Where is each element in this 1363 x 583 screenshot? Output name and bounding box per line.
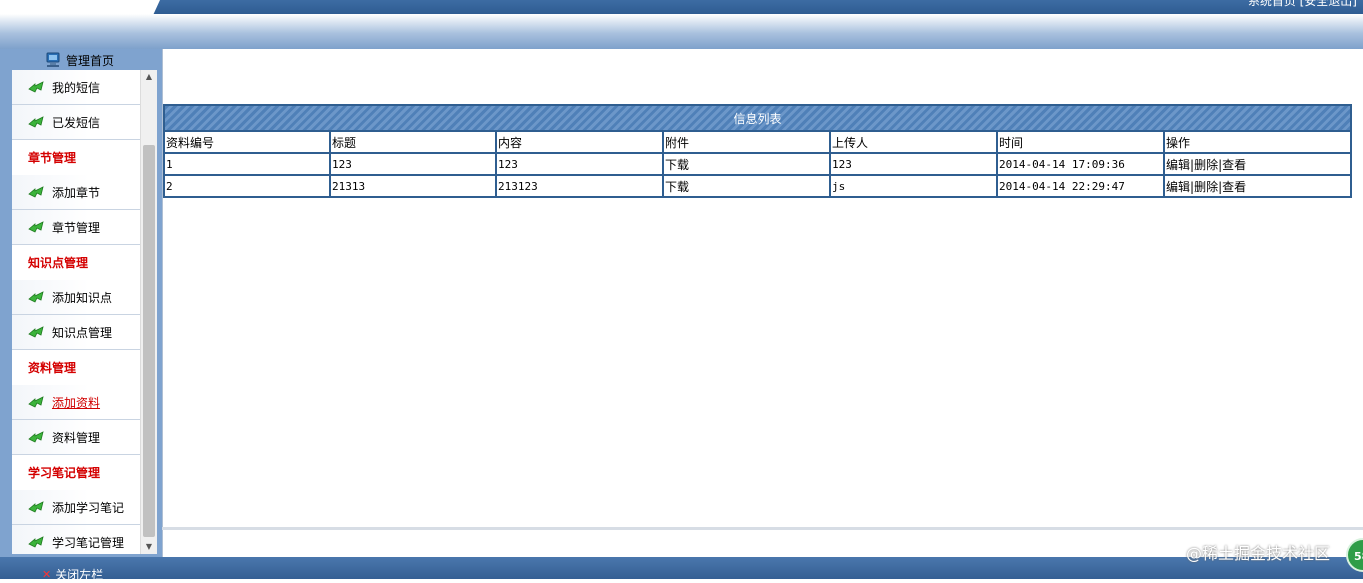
- close-sidebar-link[interactable]: ✕ 关闭左栏: [42, 566, 103, 583]
- scroll-thumb[interactable]: [143, 145, 155, 537]
- sidebar-item-label: 添加学习笔记: [52, 500, 125, 515]
- admin-home-link[interactable]: 管理首页: [44, 50, 114, 70]
- sidebar-scrollbar[interactable]: ▲ ▼: [140, 70, 157, 554]
- action-link[interactable]: 编辑: [1166, 158, 1190, 172]
- sidebar-item[interactable]: 已发短信: [12, 105, 140, 140]
- close-icon: ✕: [42, 568, 52, 581]
- action-link[interactable]: 删除: [1194, 180, 1218, 194]
- action-link[interactable]: 编辑: [1166, 180, 1190, 194]
- sidebar-item[interactable]: 资料管理: [12, 420, 140, 455]
- column-header: 时间: [996, 130, 1165, 154]
- sidebar-item[interactable]: 添加知识点: [12, 280, 140, 315]
- column-header: 上传人: [829, 130, 998, 154]
- table-row: 1 123 123 下载 123 2014-04-14 17:09:36 编辑|删除|查看: [163, 152, 1353, 176]
- sidebar-item[interactable]: 知识点管理: [12, 315, 140, 350]
- top-links[interactable]: 系统首页 [安全退出]: [1248, 0, 1357, 8]
- scroll-up-arrow-icon[interactable]: ▲: [141, 70, 157, 84]
- sidebar-item-label: 学习笔记管理: [52, 535, 125, 550]
- computer-icon: [44, 52, 62, 68]
- table-caption: 信息列表: [164, 105, 1352, 132]
- sidebar-heading: 学习笔记管理: [28, 466, 101, 480]
- sidebar-item[interactable]: 添加资料: [12, 385, 140, 420]
- sidebar-item-label: 添加资料: [52, 395, 101, 410]
- sidebar-item-label: 添加章节: [52, 185, 101, 200]
- green-arrow-icon: [28, 431, 44, 443]
- table-cell-title: 123: [329, 152, 497, 176]
- green-arrow-icon: [28, 291, 44, 303]
- info-table: 信息列表 资料编号 标题 内容 附件 上传人 时间 操作 1 123 123 下载 123 2014-…: [163, 104, 1353, 198]
- action-link[interactable]: 删除: [1194, 158, 1218, 172]
- content-divider: [162, 527, 1363, 530]
- column-header: 附件: [662, 130, 831, 154]
- green-arrow-icon: [28, 81, 44, 93]
- table-cell-content: 213123: [495, 174, 664, 198]
- action-link[interactable]: 查看: [1222, 180, 1246, 194]
- table-cell-uploader: 123: [829, 152, 998, 176]
- sidebar-menu: 我的短信 已发短信 章节管理 添加章节 章节管理 知识点管理 添加知识点 知识点管理 资料管理添…: [12, 70, 140, 554]
- sidebar-heading: 知识点管理: [28, 256, 89, 270]
- sidebar-item-label: 添加知识点: [52, 290, 113, 305]
- green-arrow-icon: [28, 116, 44, 128]
- sidebar-item[interactable]: 章节管理: [12, 210, 140, 245]
- sidebar-item[interactable]: 学习笔记管理: [12, 525, 140, 554]
- table-cell-actions: 编辑|删除|查看: [1162, 174, 1353, 198]
- column-header: 操作: [1162, 130, 1353, 154]
- download-link[interactable]: 下载: [662, 152, 831, 176]
- table-cell-title: 21313: [329, 174, 497, 198]
- green-arrow-icon: [28, 221, 44, 233]
- sidebar-heading: 资料管理: [28, 361, 77, 375]
- top-header-bar: [0, 0, 1363, 14]
- header-gradient-band: [0, 14, 1363, 49]
- sidebar-item-label: 已发短信: [52, 115, 101, 130]
- sidebar-item[interactable]: 我的短信: [12, 70, 140, 105]
- sidebar-item[interactable]: 添加章节: [12, 175, 140, 210]
- admin-home-label: 管理首页: [66, 53, 115, 68]
- green-arrow-icon: [28, 326, 44, 338]
- bottom-bar: [0, 557, 1363, 579]
- sidebar-item-label: 章节管理: [52, 220, 101, 235]
- green-arrow-icon: [28, 396, 44, 408]
- table-cell-time: 2014-04-14 17:09:36: [996, 152, 1165, 176]
- green-arrow-icon: [28, 536, 44, 548]
- table-header-row: 资料编号 标题 内容 附件 上传人 时间 操作: [163, 130, 1353, 154]
- scroll-down-arrow-icon[interactable]: ▼: [141, 540, 157, 554]
- column-header: 内容: [495, 130, 664, 154]
- top-header-logo-area: [0, 0, 160, 14]
- column-header: 资料编号: [163, 130, 331, 154]
- green-arrow-icon: [28, 186, 44, 198]
- table-cell-actions: 编辑|删除|查看: [1162, 152, 1353, 176]
- sidebar-item-label: 知识点管理: [52, 325, 113, 340]
- green-arrow-icon: [28, 501, 44, 513]
- table-cell-uploader: js: [829, 174, 998, 198]
- sidebar-item-label: 我的短信: [52, 80, 101, 95]
- column-header: 标题: [329, 130, 497, 154]
- table-cell-time: 2014-04-14 22:29:47: [996, 174, 1165, 198]
- table-cell-id: 2: [163, 174, 331, 198]
- action-link[interactable]: 查看: [1222, 158, 1246, 172]
- table-row: 2 21313 213123 下载 js 2014-04-14 22:29:47 编辑|删除…: [163, 174, 1353, 198]
- watermark: @稀土掘金技术社区: [1186, 544, 1331, 563]
- sidebar-item-label: 资料管理: [52, 430, 101, 445]
- sidebar-item[interactable]: 添加学习笔记: [12, 490, 140, 525]
- download-link[interactable]: 下载: [662, 174, 831, 198]
- table-cell-content: 123: [495, 152, 664, 176]
- sidebar-heading: 章节管理: [28, 151, 77, 165]
- close-sidebar-label: 关闭左栏: [55, 568, 104, 582]
- table-cell-id: 1: [163, 152, 331, 176]
